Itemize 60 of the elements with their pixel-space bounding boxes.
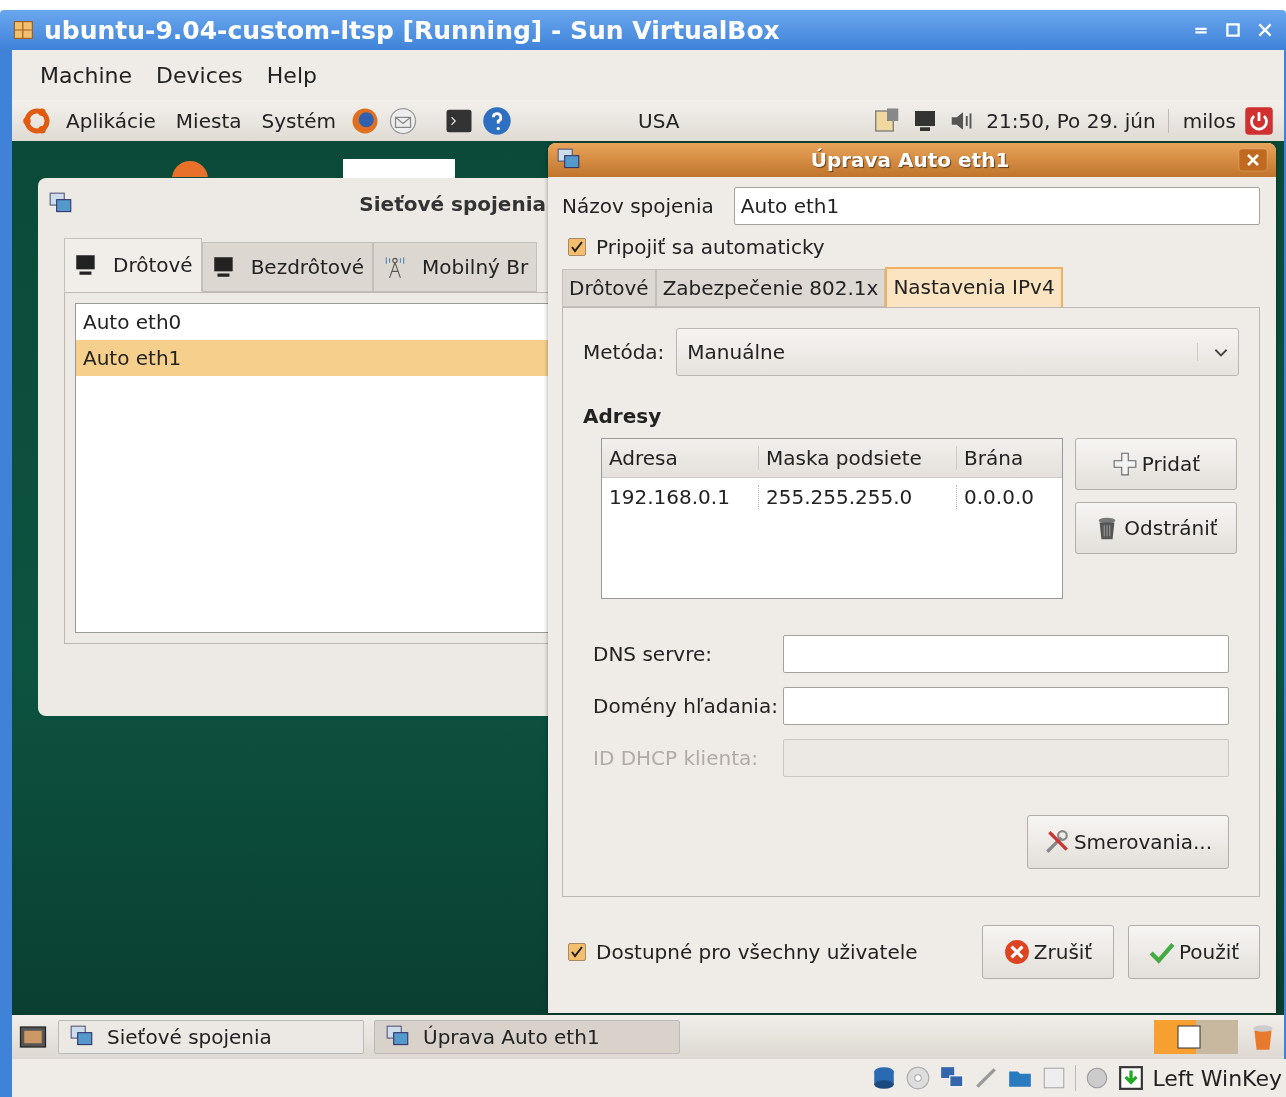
routes-button[interactable]: Smerovania... bbox=[1027, 815, 1229, 869]
close-icon[interactable] bbox=[1238, 148, 1268, 172]
remove-button[interactable]: Odstrániť bbox=[1075, 502, 1237, 554]
tab[interactable]: Nastavenia IPv4 bbox=[885, 267, 1063, 307]
column-header[interactable]: Maska podsiete bbox=[758, 446, 956, 470]
field-label: Názov spojenia bbox=[562, 194, 714, 218]
power-icon[interactable] bbox=[1244, 105, 1274, 136]
dialog-title: Úprava Auto eth1 bbox=[809, 148, 1011, 172]
method-dropdown[interactable]: Manuálne bbox=[676, 328, 1239, 376]
taskbar-button[interactable]: Úprava Auto eth1 bbox=[374, 1020, 680, 1054]
cancel-button[interactable]: Zrušiť bbox=[982, 925, 1114, 979]
checkbox-label: Dostupné pro všechny uživatele bbox=[596, 940, 918, 964]
checkbox-label: Pripojiť sa automaticky bbox=[596, 235, 825, 259]
table-cell-text: 192.168.0.1 bbox=[608, 485, 731, 509]
connection-item[interactable]: Auto eth1 bbox=[76, 340, 548, 376]
tab[interactable]: Drôtové bbox=[562, 269, 656, 307]
clock[interactable]: 21:50, Po 29. jún bbox=[986, 108, 1169, 133]
tab[interactable]: Bezdrôtové bbox=[201, 242, 374, 292]
menu-item[interactable]: Help bbox=[266, 62, 317, 88]
input-field[interactable] bbox=[783, 687, 1229, 725]
envelope-icon[interactable] bbox=[388, 105, 419, 136]
cube-icon bbox=[12, 18, 36, 42]
panel-menu[interactable]: Miesta bbox=[175, 108, 242, 133]
panel-menu[interactable]: Aplikácie bbox=[66, 108, 156, 133]
tab[interactable]: Zabezpečenie 802.1x bbox=[655, 269, 886, 307]
maximize-icon[interactable] bbox=[1224, 21, 1242, 39]
input-field[interactable] bbox=[783, 635, 1229, 673]
table-cell: 0.0.0.0 bbox=[956, 485, 1062, 509]
cd-icon bbox=[905, 1065, 932, 1091]
column-header[interactable]: Brána bbox=[956, 446, 1062, 470]
connection-item[interactable]: Auto eth0 bbox=[76, 304, 548, 340]
field-label: Domény hľadania: bbox=[593, 694, 779, 718]
close-icon[interactable] bbox=[1256, 21, 1274, 39]
checkbox[interactable] bbox=[568, 943, 586, 961]
help-icon[interactable] bbox=[482, 105, 513, 136]
table-cell: 255.255.255.0 bbox=[758, 485, 956, 509]
checkbox[interactable] bbox=[568, 238, 586, 256]
field-label: DNS servre: bbox=[593, 642, 714, 666]
workspace-switcher-icon[interactable] bbox=[1154, 1020, 1238, 1054]
user-name[interactable]: milos bbox=[1182, 108, 1236, 133]
field-label: ID DHCP klienta: bbox=[593, 746, 759, 770]
cancel-icon bbox=[1003, 939, 1030, 965]
connection-name-field[interactable]: Auto eth1 bbox=[733, 187, 1260, 225]
window-title: ubuntu-9.04-custom-ltsp [Running] - Sun VirtualBox bbox=[44, 15, 781, 45]
menu-item[interactable]: Machine bbox=[40, 62, 133, 88]
host-key-label: Left WinKey bbox=[1152, 1065, 1282, 1091]
menu-item[interactable]: Devices bbox=[156, 62, 243, 88]
window-title: Sieťové spojenia bbox=[359, 192, 546, 216]
tab[interactable]: Drôtové bbox=[64, 238, 202, 292]
plus-icon bbox=[1111, 451, 1138, 477]
field-label: Metóda: bbox=[583, 340, 665, 364]
section-heading: Adresy bbox=[583, 404, 663, 428]
tools-icon bbox=[1043, 829, 1070, 855]
column-header[interactable]: Adresa bbox=[602, 446, 758, 470]
apply-button[interactable]: Použiť bbox=[1128, 925, 1260, 979]
panel-menu[interactable]: Systém bbox=[261, 108, 337, 133]
keyboard-layout[interactable]: USA bbox=[638, 108, 865, 133]
taskbar-button[interactable]: Sieťové spojenia bbox=[58, 1020, 364, 1054]
add-button[interactable]: Pridať bbox=[1075, 438, 1237, 490]
tab[interactable]: Mobilný Br bbox=[373, 242, 538, 292]
